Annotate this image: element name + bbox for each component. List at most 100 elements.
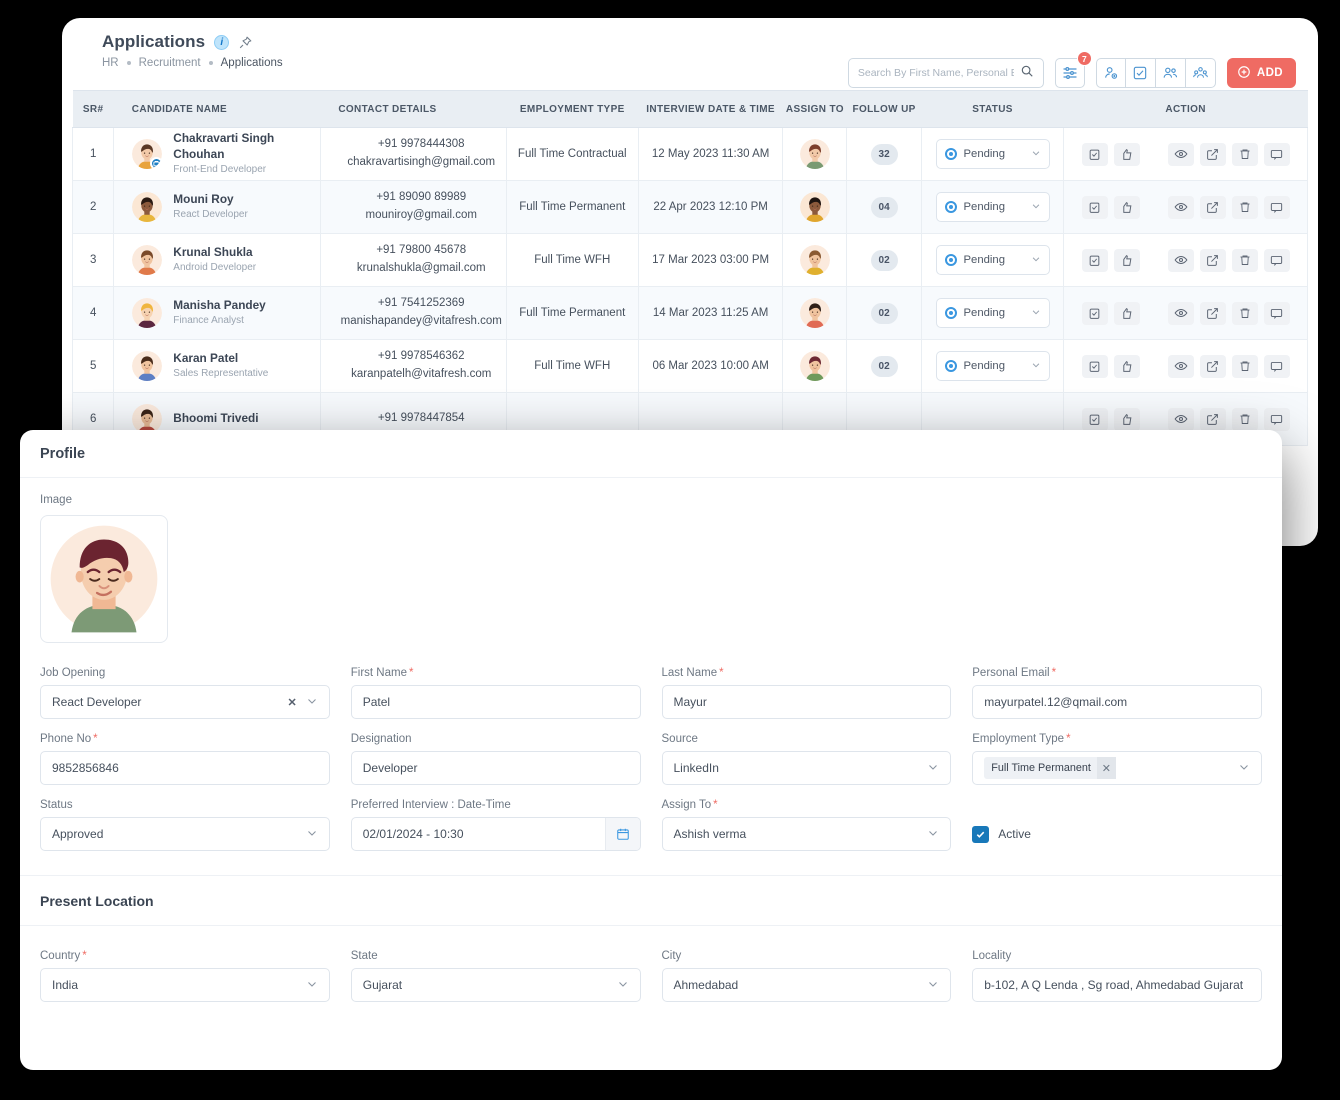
clipboard-check-icon[interactable]: [1081, 354, 1108, 378]
trash-icon[interactable]: [1231, 195, 1258, 219]
form-field-city: City Ahmedabad: [661, 950, 952, 1002]
user-add-icon[interactable]: [1095, 58, 1126, 88]
text-input[interactable]: b-102, A Q Lenda , Sg road, Ahmedabad Gu…: [972, 968, 1262, 1002]
thumbs-up-icon[interactable]: [1113, 248, 1140, 272]
contact-phone: +91 9978444308: [377, 138, 465, 151]
checkbox-task-icon[interactable]: [1125, 58, 1156, 88]
comment-icon[interactable]: [1263, 407, 1290, 431]
clipboard-check-icon[interactable]: [1081, 407, 1108, 431]
breadcrumb-item-hr[interactable]: HR: [102, 57, 119, 69]
text-input[interactable]: mayurpatel.12@qmail.com: [972, 685, 1262, 719]
users-icon[interactable]: [1155, 58, 1186, 88]
comment-icon[interactable]: [1263, 301, 1290, 325]
cell-assign-to: [782, 180, 848, 234]
profile-avatar: [50, 525, 158, 633]
cell-contact: +91 9978444308 chakravartisingh@gmail.co…: [320, 127, 507, 181]
form-field-status: Status Approved: [40, 799, 330, 851]
col-header-employment-type: EMPLOYMENT TYPE: [506, 90, 639, 128]
clipboard-check-icon[interactable]: [1081, 301, 1108, 325]
date-input[interactable]: 02/01/2024 - 10:30: [350, 817, 641, 851]
eye-icon[interactable]: [1167, 354, 1194, 378]
thumbs-up-icon[interactable]: [1113, 407, 1140, 431]
eye-icon[interactable]: [1167, 301, 1194, 325]
assignee-avatar[interactable]: [799, 139, 830, 169]
text-input[interactable]: Mayur: [661, 685, 952, 719]
clear-x-icon[interactable]: ✕: [288, 696, 306, 709]
avatar: [132, 139, 163, 169]
cell-employment-type: Full Time Permanent: [506, 286, 639, 340]
table-row[interactable]: 3 Krunal Shukla Android Developer +91 79…: [71, 233, 1308, 287]
field-value: Approved: [52, 827, 104, 841]
select-control[interactable]: Approved: [40, 817, 330, 851]
assignee-avatar[interactable]: [799, 192, 830, 222]
eye-icon[interactable]: [1167, 407, 1194, 431]
status-dropdown[interactable]: Pending: [935, 139, 1050, 169]
comment-icon[interactable]: [1263, 142, 1290, 166]
clipboard-check-icon[interactable]: [1081, 248, 1108, 272]
text-input[interactable]: 9852856846: [40, 751, 330, 785]
edit-icon[interactable]: [1199, 142, 1226, 166]
table-row[interactable]: 2 Mouni Roy React Developer +91 89090 89…: [71, 180, 1308, 234]
cell-status: Pending: [921, 339, 1065, 393]
assignee-avatar[interactable]: [799, 351, 830, 381]
status-dropdown[interactable]: Pending: [935, 351, 1050, 381]
edit-icon[interactable]: [1199, 407, 1226, 431]
status-dropdown[interactable]: Pending: [935, 192, 1050, 222]
remove-tag-icon[interactable]: ✕: [1096, 757, 1116, 779]
trash-icon[interactable]: [1231, 354, 1258, 378]
select-control[interactable]: LinkedIn: [661, 751, 952, 785]
status-dropdown[interactable]: Pending: [935, 245, 1050, 275]
calendar-icon[interactable]: [604, 818, 640, 850]
clipboard-check-icon[interactable]: [1081, 142, 1108, 166]
select-control[interactable]: India: [40, 968, 330, 1002]
table-row[interactable]: 5 Karan Patel Sales Representative +91 9…: [71, 339, 1308, 393]
text-input[interactable]: Patel: [350, 685, 641, 719]
search-icon[interactable]: [1020, 64, 1034, 83]
eye-icon[interactable]: [1167, 248, 1194, 272]
select-control[interactable]: React Developer ✕: [40, 685, 330, 719]
trash-icon[interactable]: [1231, 301, 1258, 325]
clipboard-check-icon[interactable]: [1081, 195, 1108, 219]
comment-icon[interactable]: [1263, 195, 1290, 219]
edit-icon[interactable]: [1199, 248, 1226, 272]
search-input[interactable]: [857, 67, 1014, 79]
select-control[interactable]: Gujarat: [350, 968, 641, 1002]
form-field-phone-no: Phone No * 9852856846: [40, 733, 330, 785]
info-icon[interactable]: i: [214, 34, 230, 50]
active-checkbox[interactable]: [972, 825, 990, 843]
breadcrumb-item-recruitment[interactable]: Recruitment: [139, 57, 201, 69]
add-button[interactable]: ADD: [1226, 58, 1296, 88]
select-control[interactable]: Ahmedabad: [661, 968, 952, 1002]
contact-email: mouniroy@gmail.com: [365, 209, 477, 221]
thumbs-up-icon[interactable]: [1113, 301, 1140, 325]
eye-icon[interactable]: [1167, 142, 1194, 166]
trash-icon[interactable]: [1231, 407, 1258, 431]
candidate-name: Karan Patel: [173, 351, 239, 366]
trash-icon[interactable]: [1231, 248, 1258, 272]
thumbs-up-icon[interactable]: [1113, 195, 1140, 219]
comment-icon[interactable]: [1263, 248, 1290, 272]
status-dropdown[interactable]: Pending: [935, 298, 1050, 328]
eye-icon[interactable]: [1167, 195, 1194, 219]
assignee-avatar[interactable]: [799, 245, 830, 275]
table-row[interactable]: 4 Manisha Pandey Finance Analyst +91 754…: [71, 286, 1308, 340]
search-box[interactable]: [847, 58, 1044, 88]
text-input[interactable]: Developer: [350, 751, 641, 785]
trash-icon[interactable]: [1231, 142, 1258, 166]
edit-icon[interactable]: [1199, 195, 1226, 219]
edit-icon[interactable]: [1199, 301, 1226, 325]
status-radio-icon: [944, 307, 957, 319]
edit-icon[interactable]: [1199, 354, 1226, 378]
team-group-icon[interactable]: [1185, 58, 1216, 88]
breadcrumb-separator: [126, 61, 131, 65]
thumbs-up-icon[interactable]: [1113, 142, 1140, 166]
comment-icon[interactable]: [1263, 354, 1290, 378]
chevron-down-icon: [306, 695, 318, 710]
thumbs-up-icon[interactable]: [1113, 354, 1140, 378]
table-row[interactable]: 1 Chakravarti Singh Chouhan Front-End De…: [71, 127, 1308, 181]
profile-image-box[interactable]: [40, 515, 168, 643]
pin-icon[interactable]: [238, 35, 253, 50]
multi-select-control[interactable]: Full Time Permanent ✕: [972, 751, 1262, 785]
assignee-avatar[interactable]: [799, 298, 830, 328]
select-control[interactable]: Ashish verma: [661, 817, 952, 851]
